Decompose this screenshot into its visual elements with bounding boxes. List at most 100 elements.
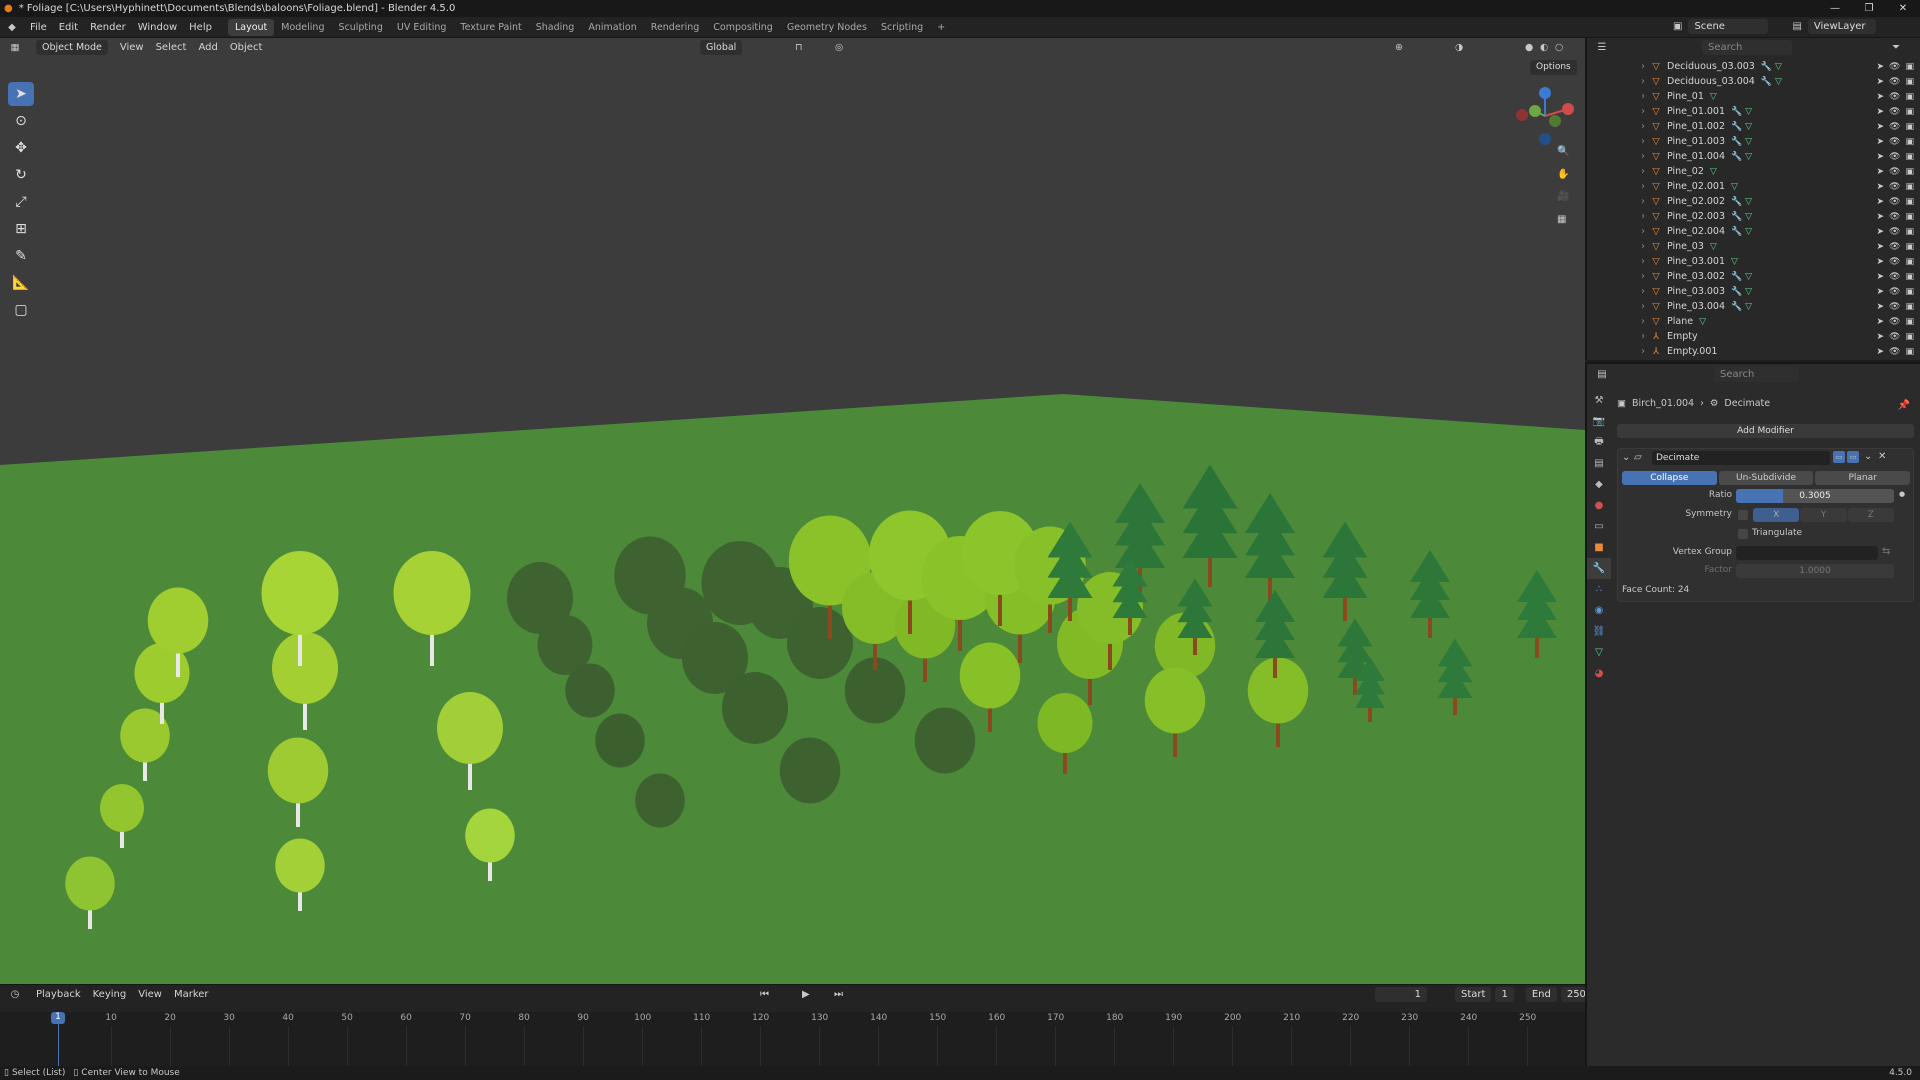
object-tab[interactable]: ■ (1587, 537, 1611, 558)
selectable-icon[interactable]: ➤ (1877, 212, 1885, 222)
selectable-icon[interactable]: ➤ (1877, 227, 1885, 237)
visibility-eye-icon[interactable]: 👁 (1889, 137, 1900, 147)
selectable-icon[interactable]: ➤ (1877, 77, 1885, 87)
expand-arrow-icon[interactable]: › (1637, 106, 1649, 117)
pin-icon[interactable]: 📌 (1898, 400, 1910, 411)
symmetry-checkbox[interactable] (1738, 510, 1748, 520)
render-camera-icon[interactable]: ▣ (1905, 212, 1914, 222)
visibility-eye-icon[interactable]: 👁 (1889, 167, 1900, 177)
outliner-row[interactable]: › ▽ Pine_03.004 🔧 ▽ ➤ 👁 ▣ (1587, 299, 1920, 314)
data-tab[interactable]: ▽ (1587, 642, 1611, 663)
outliner-search[interactable]: Search (1702, 39, 1792, 55)
selectable-icon[interactable]: ➤ (1877, 92, 1885, 102)
outliner-row[interactable]: › ⅄ Empty ➤ 👁 ▣ (1587, 329, 1920, 344)
view-layer-selector[interactable]: ViewLayer (1807, 19, 1876, 34)
invert-vertex-group-icon[interactable]: ⇆ (1882, 546, 1890, 557)
expand-arrow-icon[interactable]: › (1637, 226, 1649, 237)
pan-hand-icon[interactable]: ✋ (1557, 169, 1569, 180)
add-cube-tool[interactable]: ▢ (8, 298, 34, 322)
menu-file[interactable]: File (24, 17, 53, 38)
jump-start-icon[interactable]: ⏮ (760, 989, 769, 1000)
selectable-icon[interactable]: ➤ (1877, 332, 1885, 342)
viewport-menu-add[interactable]: Add (192, 38, 223, 58)
outliner-row[interactable]: › ⅄ Empty.001 ➤ 👁 ▣ (1587, 344, 1920, 359)
properties-search[interactable]: Search (1714, 366, 1799, 382)
menu-window[interactable]: Window (132, 17, 183, 38)
expand-arrow-icon[interactable]: › (1637, 196, 1649, 207)
tool-tab[interactable]: ⚒ (1587, 390, 1611, 411)
expand-arrow-icon[interactable]: › (1637, 271, 1649, 282)
selectable-icon[interactable]: ➤ (1877, 62, 1885, 72)
world-tab[interactable]: ● (1587, 495, 1611, 516)
outliner-row[interactable]: › ▽ Pine_02 ▽ ➤ 👁 ▣ (1587, 164, 1920, 179)
outliner-row[interactable]: › ▽ Deciduous_03.004 🔧 ▽ ➤ 👁 ▣ (1587, 74, 1920, 89)
render-camera-icon[interactable]: ▣ (1905, 302, 1914, 312)
3d-viewport[interactable]: ▦ Object Mode View Select Add Object Global… (0, 38, 1585, 984)
close-button[interactable]: ✕ (1886, 0, 1920, 17)
annotate-tool[interactable]: ✎ (8, 244, 34, 268)
visibility-eye-icon[interactable]: 👁 (1889, 257, 1900, 267)
tab-compositing[interactable]: Compositing (706, 19, 780, 36)
render-camera-icon[interactable]: ▣ (1905, 62, 1914, 72)
outliner-row[interactable]: › ▽ Pine_02.001 ▽ ➤ 👁 ▣ (1587, 179, 1920, 194)
expand-arrow-icon[interactable]: › (1637, 256, 1649, 267)
transform-tool[interactable]: ⊞ (8, 217, 34, 241)
current-frame-field[interactable]: 1 (1375, 986, 1427, 1002)
tab-scripting[interactable]: Scripting (874, 19, 930, 36)
expand-arrow-icon[interactable]: › (1637, 241, 1649, 252)
editor-type-icon[interactable]: ◷ (0, 989, 30, 1000)
selectable-icon[interactable]: ➤ (1877, 167, 1885, 177)
outliner-row[interactable]: › ▽ Deciduous_03.003 🔧 ▽ ➤ 👁 ▣ (1587, 59, 1920, 74)
show-in-viewport-icon[interactable]: ▭ (1833, 451, 1845, 463)
symmetry-axis-z[interactable]: Z (1847, 508, 1894, 522)
visibility-eye-icon[interactable]: 👁 (1889, 227, 1900, 237)
outliner-row[interactable]: › ▽ Pine_01.003 🔧 ▽ ➤ 👁 ▣ (1587, 134, 1920, 149)
outliner-row[interactable]: › ▽ Pine_03.002 🔧 ▽ ➤ 👁 ▣ (1587, 269, 1920, 284)
measure-tool[interactable]: 📐 (8, 271, 34, 295)
visibility-eye-icon[interactable]: 👁 (1889, 122, 1900, 132)
particles-tab[interactable]: ∴ (1587, 579, 1611, 600)
rotate-tool[interactable]: ↻ (8, 163, 34, 187)
expand-arrow-icon[interactable]: › (1637, 136, 1649, 147)
visibility-eye-icon[interactable]: 👁 (1889, 152, 1900, 162)
mode-tab-un-subdivide[interactable]: Un-Subdivide (1718, 471, 1814, 485)
expand-arrow-icon[interactable]: › (1637, 286, 1649, 297)
expand-arrow-icon[interactable]: › (1637, 346, 1649, 357)
visibility-eye-icon[interactable]: 👁 (1889, 347, 1900, 357)
visibility-eye-icon[interactable]: 👁 (1889, 317, 1900, 327)
render-camera-icon[interactable]: ▣ (1905, 347, 1914, 357)
visibility-eye-icon[interactable]: 👁 (1889, 107, 1900, 117)
tab-geometry-nodes[interactable]: Geometry Nodes (780, 19, 874, 36)
navigation-gizmo[interactable] (1510, 81, 1580, 151)
selectable-icon[interactable]: ➤ (1877, 122, 1885, 132)
visibility-eye-icon[interactable]: 👁 (1889, 92, 1900, 102)
render-camera-icon[interactable]: ▣ (1905, 122, 1914, 132)
playhead[interactable]: 1 (51, 1012, 65, 1024)
visibility-eye-icon[interactable]: 👁 (1889, 182, 1900, 192)
modifier-delete-icon[interactable]: ✕ (1878, 451, 1886, 462)
outliner-row[interactable]: › ▽ Pine_03 ▽ ➤ 👁 ▣ (1587, 239, 1920, 254)
visibility-eye-icon[interactable]: 👁 (1889, 302, 1900, 312)
proportional-edit-icon[interactable]: ◎ (835, 42, 843, 53)
modifier-dropdown-icon[interactable]: ⌄ (1864, 451, 1872, 462)
expand-arrow-icon[interactable]: › (1637, 211, 1649, 222)
render-camera-icon[interactable]: ▣ (1905, 137, 1914, 147)
frame-ruler[interactable]: 10 20 30 40 50 60 70 80 90 100 110 120 130 140 150 160 1… (0, 1012, 1585, 1066)
selectable-icon[interactable]: ➤ (1877, 182, 1885, 192)
timeline-menu-keying[interactable]: Keying (87, 984, 133, 1005)
editor-type-icon[interactable]: ▦ (0, 42, 30, 53)
modifiers-tab[interactable]: 🔧 (1587, 558, 1611, 579)
visibility-eye-icon[interactable]: 👁 (1889, 242, 1900, 252)
expand-arrow-icon[interactable]: › (1637, 181, 1649, 192)
filter-icon[interactable]: ⏷ (1892, 42, 1900, 53)
tab-sculpting[interactable]: Sculpting (331, 19, 389, 36)
constraints-tab[interactable]: ⛓ (1587, 621, 1611, 642)
render-camera-icon[interactable]: ▣ (1905, 167, 1914, 177)
move-tool[interactable]: ✥ (8, 136, 34, 160)
selectable-icon[interactable]: ➤ (1877, 317, 1885, 327)
timeline-menu-playback[interactable]: Playback (30, 984, 87, 1005)
options-button[interactable]: Options (1530, 60, 1577, 75)
render-camera-icon[interactable]: ▣ (1905, 272, 1914, 282)
gizmo-toggle-icon[interactable]: ⊕ (1395, 42, 1403, 53)
render-camera-icon[interactable]: ▣ (1905, 182, 1914, 192)
